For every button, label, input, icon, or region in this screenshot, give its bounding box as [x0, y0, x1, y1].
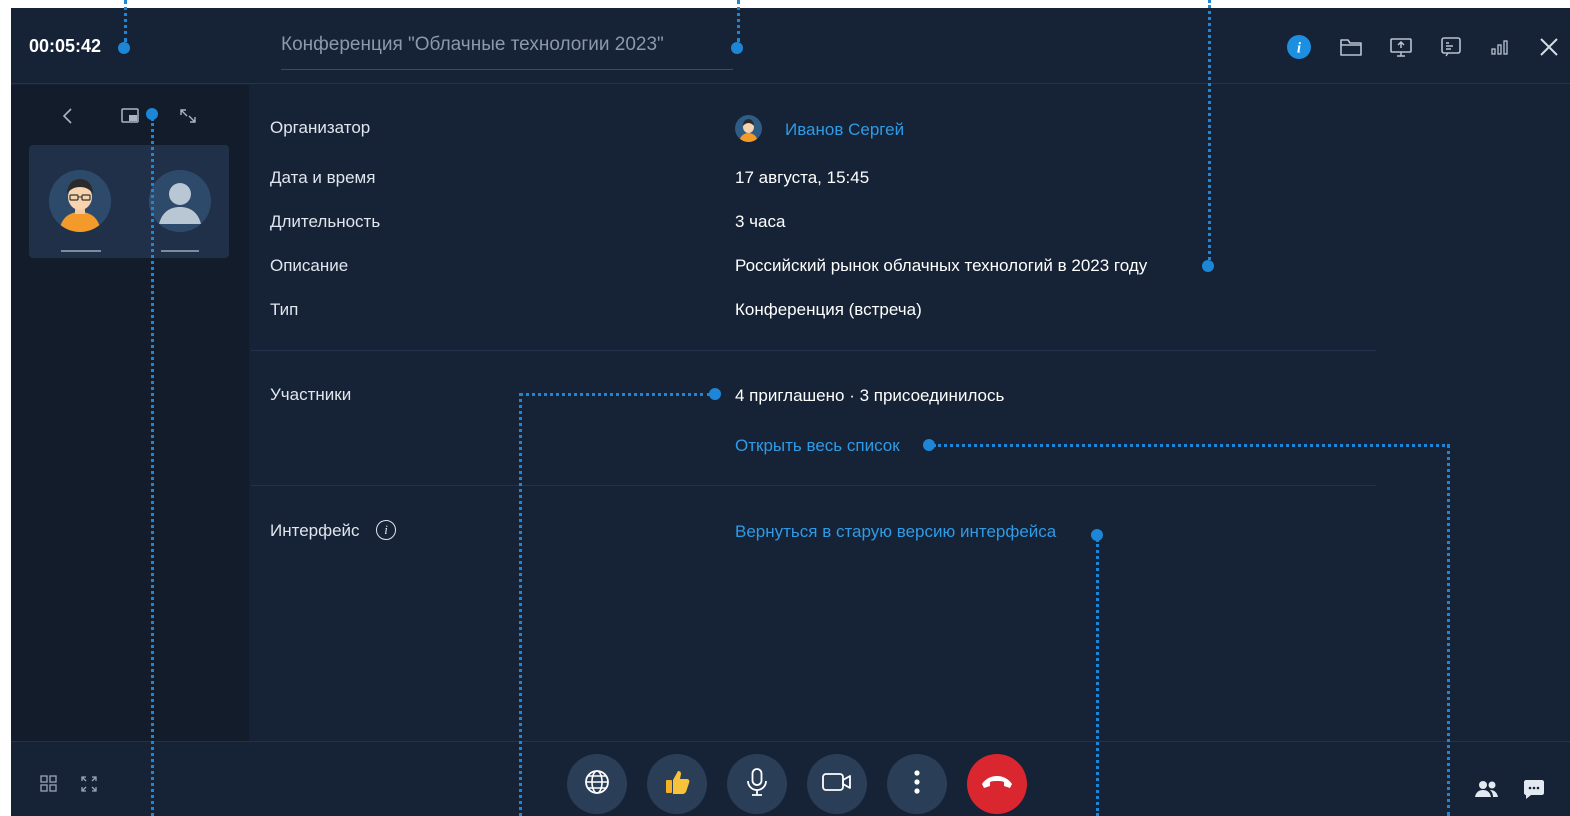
- participants-panel: [11, 85, 249, 741]
- participants-label: Участники: [270, 385, 352, 404]
- collapse-panel-icon[interactable]: [57, 105, 79, 127]
- microphone-button[interactable]: [727, 754, 787, 814]
- participant-avatar-placeholder: [149, 170, 211, 232]
- expand-icon[interactable]: [177, 105, 199, 127]
- reaction-button[interactable]: [647, 754, 707, 814]
- interface-info-icon[interactable]: i: [376, 520, 396, 540]
- chat-icon[interactable]: [1521, 777, 1547, 801]
- signal-icon[interactable]: [1488, 34, 1514, 60]
- whiteboard-icon[interactable]: [1438, 34, 1464, 60]
- participant-name-caption: [61, 250, 101, 252]
- organizer-name-link[interactable]: Иванов Сергей: [785, 120, 904, 140]
- control-bar: [11, 741, 1570, 816]
- datetime-value: 17 августа, 15:45: [735, 168, 870, 187]
- annotation-line: [737, 0, 740, 42]
- participant-name-caption: [161, 250, 199, 252]
- picture-in-picture-icon[interactable]: [119, 105, 141, 127]
- datetime-label: Дата и время: [270, 168, 376, 187]
- annotation-line: [151, 118, 154, 816]
- close-icon[interactable]: [1536, 34, 1562, 60]
- annotation-line: [1096, 539, 1099, 816]
- open-participants-list-link[interactable]: Открыть весь список: [735, 436, 900, 456]
- description-label: Описание: [270, 256, 349, 275]
- conference-title-input[interactable]: Конференция "Облачные технологии 2023": [281, 34, 733, 70]
- fullscreen-icon[interactable]: [78, 773, 100, 795]
- end-call-button[interactable]: [967, 754, 1027, 814]
- duration-value: 3 часа: [735, 212, 786, 231]
- participants-summary: 4 приглашено · 3 присоединилось: [735, 386, 1005, 405]
- participants-icon[interactable]: [1473, 778, 1501, 800]
- type-label: Тип: [270, 300, 299, 319]
- organizer-avatar: [735, 115, 762, 142]
- call-timer: 00:05:42: [29, 36, 102, 56]
- conference-window: 00:05:42 Конференция "Облачные технологи…: [11, 8, 1570, 816]
- video-thumbnail[interactable]: [29, 145, 229, 258]
- camera-button[interactable]: [807, 754, 867, 814]
- thumbs-up-icon: [662, 767, 692, 802]
- revert-interface-link[interactable]: Вернуться в старую версию интерфейса: [735, 522, 1056, 542]
- description-value: Российский рынок облачных технологий в 2…: [735, 256, 1148, 275]
- globe-icon: [583, 768, 611, 801]
- annotation-marker-title: [731, 42, 743, 54]
- annotation-marker-description: [1202, 260, 1214, 272]
- duration-label: Длительность: [270, 212, 381, 231]
- section-divider: [251, 485, 1376, 486]
- annotation-line: [1447, 444, 1450, 816]
- microphone-icon: [743, 767, 771, 802]
- header-bar: 00:05:42 Конференция "Облачные технологи…: [11, 8, 1570, 84]
- organizer-label: Организатор: [270, 118, 371, 137]
- more-options-button[interactable]: [887, 754, 947, 814]
- more-icon: [913, 769, 921, 800]
- interface-label: Интерфейс: [270, 521, 360, 540]
- annotation-line: [519, 393, 711, 396]
- folder-icon[interactable]: [1338, 34, 1364, 60]
- end-call-icon: [979, 772, 1015, 797]
- annotation-marker-timer: [118, 42, 130, 54]
- grid-layout-icon[interactable]: [38, 773, 60, 795]
- participant-avatar: [49, 170, 111, 232]
- type-value: Конференция (встреча): [735, 300, 922, 319]
- annotation-line: [519, 393, 522, 816]
- section-divider: [251, 350, 1376, 351]
- camera-icon: [821, 770, 853, 799]
- annotation-line: [933, 444, 1450, 447]
- language-button[interactable]: [567, 754, 627, 814]
- annotation-line: [1208, 0, 1211, 260]
- screen-share-icon[interactable]: [1388, 34, 1414, 60]
- info-icon[interactable]: i: [1286, 34, 1312, 60]
- annotation-line: [124, 0, 127, 42]
